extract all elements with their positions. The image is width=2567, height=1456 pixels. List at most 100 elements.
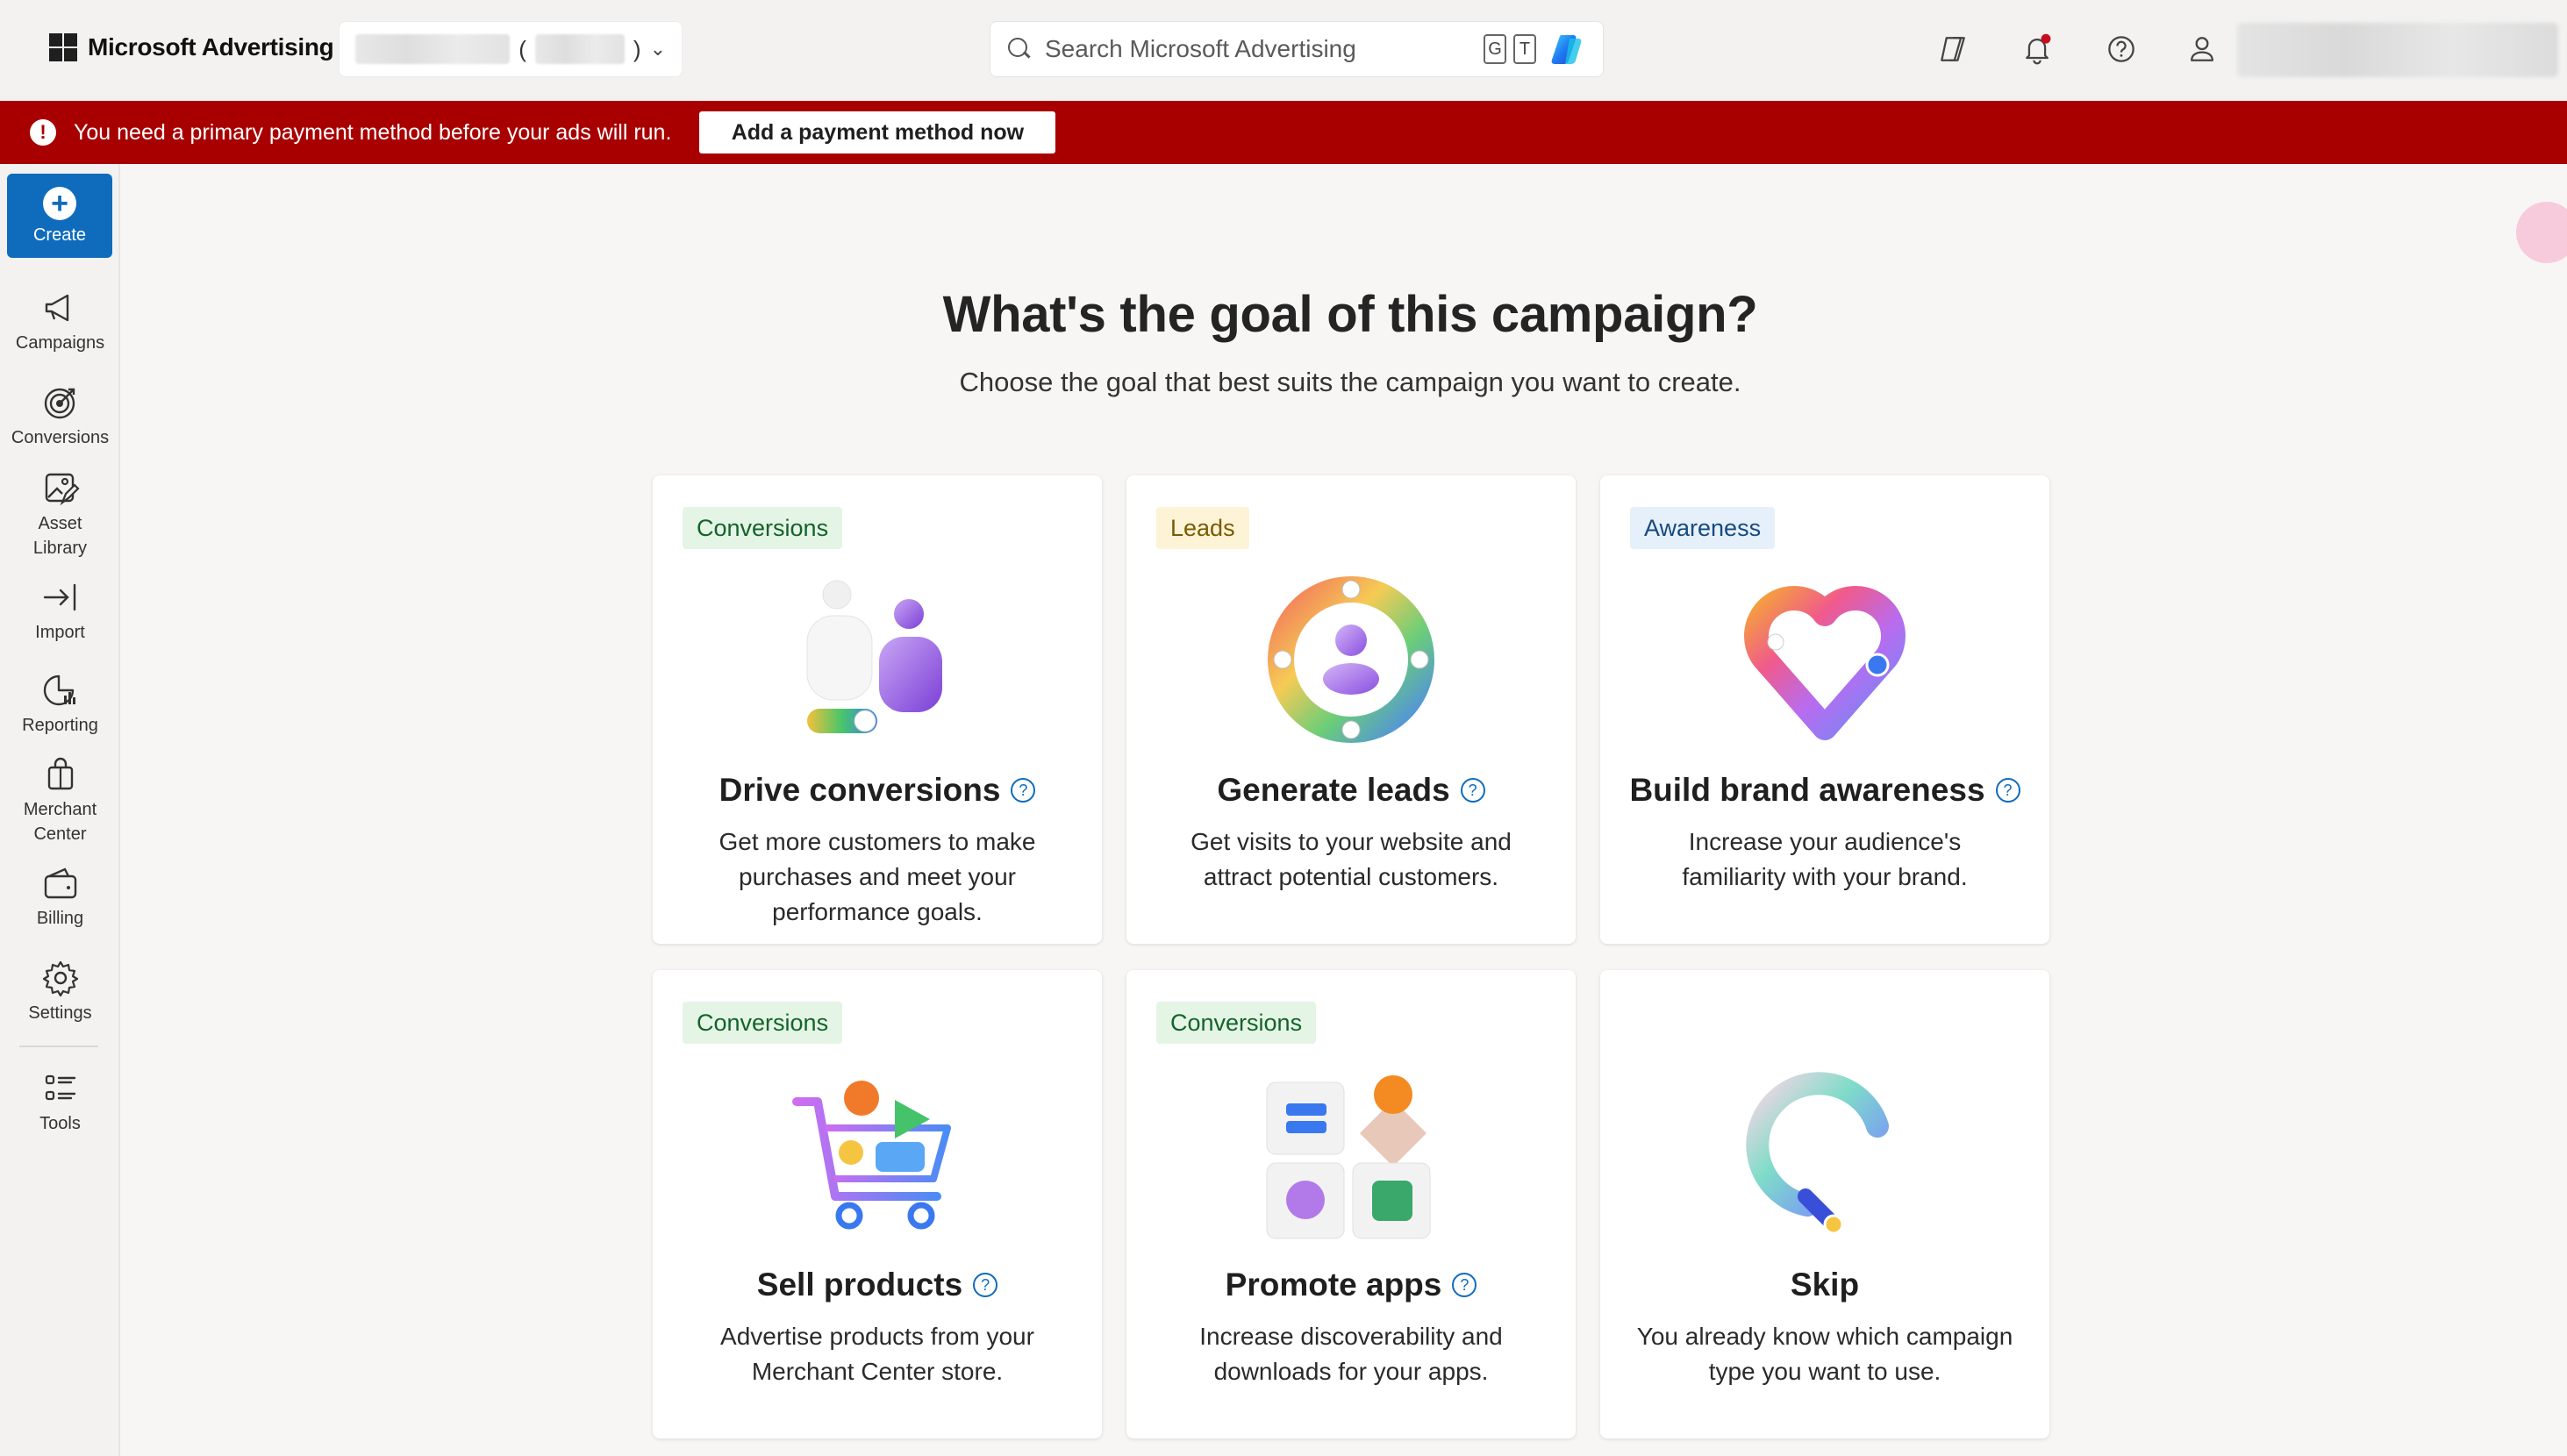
nav-label: Merchant Center — [23, 800, 97, 844]
goal-card-drive-conversions[interactable]: Conversions Drive conversions ? Get more… — [653, 475, 1102, 944]
help-icon[interactable]: ? — [1011, 778, 1036, 803]
nav-label: Settings — [28, 1003, 92, 1023]
shopping-cart-illustration-icon — [792, 1081, 951, 1230]
goal-card-title: Build brand awareness ? — [1600, 772, 2049, 809]
goal-card-title-text: Skip — [1790, 1267, 1860, 1303]
top-bar: Microsoft Advertising ( ) ⌄ G T — [0, 0, 2567, 101]
nav-label: Conversions — [11, 428, 110, 447]
help-icon[interactable]: ? — [973, 1273, 998, 1297]
help-icon[interactable]: ? — [1995, 778, 2020, 803]
goal-card-description: Get more customers to make purchases and… — [719, 828, 1036, 925]
profile-name-redacted[interactable] — [2237, 23, 2558, 77]
skip-illustration-icon — [1746, 1072, 1889, 1235]
chevron-down-icon: ⌄ — [649, 38, 666, 60]
user-icon[interactable] — [2183, 30, 2221, 68]
account-id-redacted — [534, 34, 625, 64]
goal-tag: Leads — [1156, 507, 1249, 549]
brand-name: Microsoft Advertising — [88, 33, 334, 61]
copilot-chat-icon[interactable] — [1934, 30, 1972, 68]
goal-tag: Awareness — [1630, 507, 1776, 549]
goal-card-description: Advertise products from your Merchant Ce… — [720, 1323, 1034, 1385]
brand[interactable]: Microsoft Advertising — [49, 33, 334, 61]
conversions-illustration-icon — [806, 580, 942, 733]
reporting-icon — [43, 674, 75, 706]
create-label: Create — [32, 225, 87, 245]
nav-label: Tools — [39, 1114, 81, 1133]
notifications-bell-icon[interactable] — [2018, 30, 2056, 68]
nav-item-merchant-center[interactable]: Merchant Center — [0, 755, 120, 846]
import-icon — [43, 583, 75, 611]
shopping-bag-icon — [47, 757, 73, 790]
apps-grid-illustration-icon — [1266, 1075, 1431, 1239]
nav-divider — [19, 1046, 98, 1047]
list-icon — [45, 1074, 75, 1101]
shortcut-key-g: G — [1484, 34, 1506, 64]
add-payment-method-button[interactable]: Add a payment method now — [699, 111, 1056, 153]
nav-item-reporting[interactable]: Reporting — [0, 671, 120, 738]
alert-icon: ! — [30, 119, 56, 146]
goal-card-title-text: Generate leads — [1217, 772, 1450, 808]
asset-library-icon — [45, 473, 80, 506]
alert-message: You need a primary payment method before… — [74, 119, 672, 145]
account-id-open-paren: ( — [518, 35, 526, 62]
help-icon[interactable]: ? — [1460, 778, 1485, 803]
goal-tag: Conversions — [1156, 1002, 1317, 1044]
nav-label: Import — [35, 623, 85, 642]
page-title: What's the goal of this campaign? — [942, 286, 1758, 343]
goal-card-title: Generate leads ? — [1126, 772, 1576, 809]
wallet-icon — [44, 867, 76, 899]
help-icon[interactable] — [2102, 30, 2141, 68]
goal-card-description: You already know which campaign type you… — [1636, 1323, 2013, 1385]
nav-label: Asset Library — [32, 514, 88, 558]
goal-card-description: Increase your audience's familiarity wit… — [1682, 828, 1968, 890]
nav-label: Campaigns — [15, 333, 105, 353]
leads-illustration-icon — [1268, 576, 1434, 743]
nav-label: Billing — [36, 909, 84, 928]
translate-pill-icon[interactable] — [2516, 202, 2567, 263]
account-name-redacted — [355, 34, 511, 64]
goal-card-description: Get visits to your website and attract p… — [1191, 828, 1512, 890]
goal-card-promote-apps[interactable]: Conversions Promote apps ? Increase disc… — [1126, 970, 1576, 1438]
nav-item-import[interactable]: Import — [0, 578, 120, 645]
nav-item-tools[interactable]: Tools — [0, 1069, 120, 1136]
search-icon — [1006, 36, 1033, 62]
goal-card-description: Increase discoverability and downloads f… — [1199, 1323, 1503, 1385]
goal-card-build-brand-awareness[interactable]: Awareness Build brand awareness ? Increa… — [1600, 475, 2049, 944]
nav-item-conversions[interactable]: Conversions — [0, 383, 120, 450]
shortcut-key-t: T — [1513, 34, 1536, 64]
goal-card-skip[interactable]: Skip You already know which campaign typ… — [1600, 970, 2049, 1438]
goal-card-generate-leads[interactable]: Leads Generate leads ? Get visits to you… — [1126, 475, 1576, 944]
account-picker[interactable]: ( ) ⌄ — [339, 21, 683, 77]
nav-item-settings[interactable]: Settings — [0, 959, 120, 1025]
goal-card-sell-products[interactable]: Conversions Sell products ? Advertise pr… — [653, 970, 1102, 1438]
nav-item-asset-library[interactable]: Asset Library — [0, 469, 120, 560]
payment-alert-banner: ! You need a primary payment method befo… — [0, 101, 2567, 164]
page-subtitle: Choose the goal that best suits the camp… — [959, 367, 1741, 397]
target-icon — [44, 388, 75, 419]
search-input[interactable] — [1045, 35, 1471, 63]
nav-item-billing[interactable]: Billing — [0, 864, 120, 931]
nav-item-campaigns[interactable]: Campaigns — [0, 289, 120, 355]
goal-card-title: Skip — [1600, 1267, 2049, 1303]
goal-tag: Conversions — [683, 507, 843, 549]
goal-card-title-text: Build brand awareness — [1629, 772, 1985, 808]
search-box[interactable]: G T — [990, 21, 1604, 77]
goal-card-title: Sell products ? — [653, 1267, 1102, 1303]
goal-card-title: Promote apps ? — [1126, 1267, 1576, 1303]
create-button[interactable]: + Create — [7, 174, 112, 258]
heart-illustration-icon — [1744, 586, 1906, 740]
goal-card-title-text: Sell products — [756, 1267, 963, 1303]
copilot-icon[interactable] — [1548, 30, 1587, 68]
account-id-close-paren: ) — [633, 35, 641, 62]
gear-icon — [42, 960, 78, 997]
plus-icon: + — [43, 186, 76, 220]
goal-card-title: Drive conversions ? — [653, 772, 1102, 809]
megaphone-icon — [45, 294, 68, 322]
help-icon[interactable]: ? — [1452, 1273, 1477, 1297]
goal-tag: Conversions — [683, 1002, 843, 1044]
goal-card-title-text: Drive conversions — [719, 772, 1001, 808]
goal-card-title-text: Promote apps — [1225, 1267, 1442, 1303]
nav-label: Reporting — [22, 716, 98, 735]
left-navigation: + Create Campaigns Conversions Asset Lib… — [0, 164, 120, 1456]
microsoft-logo-icon — [49, 33, 77, 61]
